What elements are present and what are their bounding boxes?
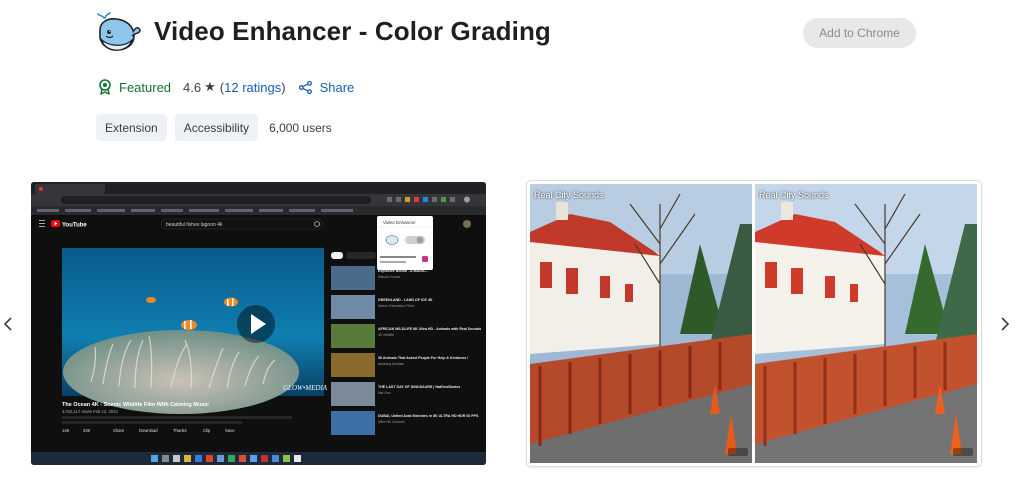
sidebar-video-channel: 4K Wildlife <box>378 333 394 337</box>
sidebar-video-title: DUBAI, United Arab Emirates in 8K ULTRA … <box>378 414 479 418</box>
yt-share: Share <box>113 428 125 433</box>
yt-video-stats: 3,043,117 views Feb 12, 2022 <box>62 409 118 414</box>
featured-badge-icon <box>99 79 111 95</box>
before-label: Real City Sounds <box>534 190 604 200</box>
carousel-prev-icon[interactable] <box>2 316 14 332</box>
add-to-chrome-button[interactable]: Add to Chrome <box>803 18 916 48</box>
carousel-next-icon[interactable] <box>999 316 1011 332</box>
street-scene-before <box>530 184 752 463</box>
youtube-screenshot-graphic: YouTube beautiful fishes lagoon 4k GLOW•… <box>31 182 486 465</box>
sidebar-video-channel: Nat Geo <box>378 391 391 395</box>
sidebar-video-channel: Mission Sound <box>378 275 400 279</box>
before-image: Real City Sounds <box>530 184 752 463</box>
sidebar-video-title: AFRICAN WILDLIFE 8K Ultra HD - Animals w… <box>378 327 481 331</box>
sidebar-video-channel: Ultra HD Channel <box>378 420 405 424</box>
yt-clip: Clip <box>203 428 211 433</box>
yt-thanks: Thanks <box>173 428 187 433</box>
star-icon: ★ <box>204 79 216 94</box>
featured-label[interactable]: Featured <box>119 80 171 95</box>
screenshot-youtube[interactable]: YouTube beautiful fishes lagoon 4k GLOW•… <box>31 182 486 465</box>
ratings-close-paren: ) <box>281 79 286 95</box>
svg-text:YouTube: YouTube <box>62 223 87 229</box>
sidebar-video-channel: Amazing Animals <box>378 362 404 366</box>
share-icon <box>298 80 312 94</box>
user-count: 6,000 users <box>269 120 332 135</box>
yt-video-title: The Ocean 4K - Scenic Wildlife Film With… <box>62 402 209 408</box>
yt-save: Save <box>225 428 235 433</box>
after-label: Real City Sounds <box>759 190 829 200</box>
yt-search-query: beautiful fishes lagoon 4k <box>166 222 223 228</box>
ratings-link[interactable]: 12 ratings <box>224 80 281 95</box>
meta-row: Featured 4.6 ★ (12 ratings) Share <box>98 78 354 96</box>
chips-row: Extension Accessibility 6,000 users <box>96 114 332 141</box>
street-scene-after <box>755 184 977 463</box>
whale-logo-icon <box>97 12 141 51</box>
sidebar-video-title: 30 Animals That Asked People For Help & … <box>378 356 468 360</box>
yt-likes: 14K <box>62 428 70 433</box>
extension-title: Video Enhancer - Color Grading <box>154 16 551 46</box>
screenshot-before-after[interactable]: Real City Sounds Real City Sounds <box>527 181 981 466</box>
share-label: Share <box>319 79 355 95</box>
sidebar-video-title: GREENLAND - LAND OF ICE 4K <box>378 298 433 302</box>
chip-extension[interactable]: Extension <box>96 114 167 141</box>
after-image: Real City Sounds <box>755 184 977 463</box>
extension-page: Video Enhancer - Color Grading Add to Ch… <box>0 0 1024 482</box>
popup-title: Video Enhancer <box>383 220 416 225</box>
video-watermark: GLOW•MEDIA <box>283 384 328 392</box>
rating-value: 4.6 <box>183 79 202 95</box>
yt-download: Download <box>139 428 158 433</box>
yt-dislikes: 439 <box>83 428 91 433</box>
sidebar-video-channel: Nature Relaxation Films <box>378 304 414 308</box>
share-button[interactable]: Share <box>298 79 355 95</box>
chip-accessibility[interactable]: Accessibility <box>174 114 259 141</box>
sidebar-video-title: THE LAST DAY OF DINOSAURS | NatGeoStorie… <box>378 385 460 389</box>
